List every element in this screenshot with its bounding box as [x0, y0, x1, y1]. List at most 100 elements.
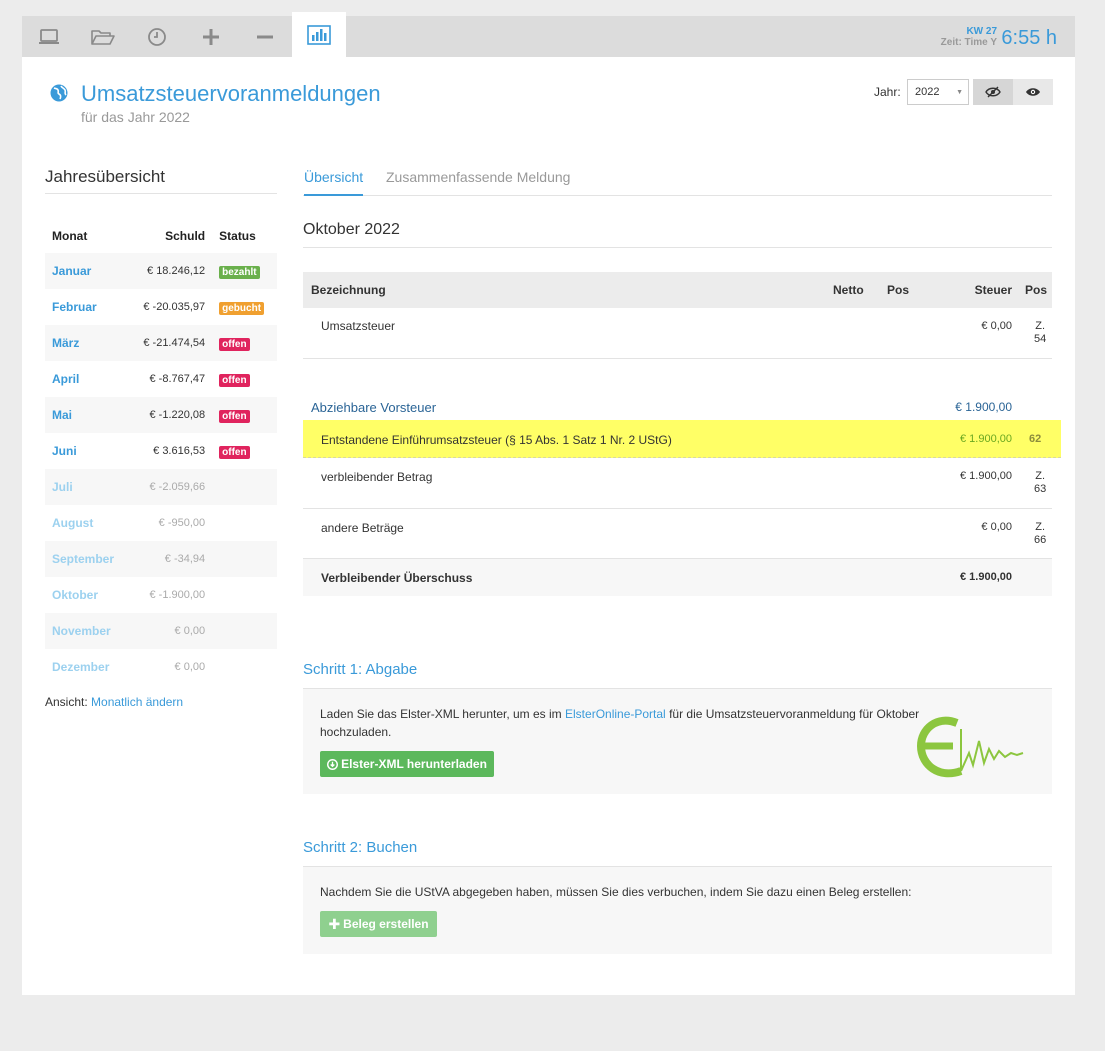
tax-table: Bezeichnung Netto Pos Steuer Pos Umsatzs…: [303, 272, 1061, 596]
divider: [303, 247, 1052, 248]
step2-box: Nachdem Sie die UStVA abgegeben haben, m…: [303, 866, 1052, 954]
month-status: offen: [212, 433, 277, 469]
status-badge: bezahlt: [219, 265, 260, 279]
table-row-other: andere Beträge € 0,00 Z. 66: [303, 509, 1052, 559]
divider: [45, 193, 277, 194]
status-badge: gebucht: [219, 301, 265, 315]
month-name[interactable]: November: [45, 613, 129, 649]
laptop-icon[interactable]: [22, 16, 76, 57]
tab-bar: Übersicht Zusammenfassende Meldung: [303, 169, 1052, 196]
tab-overview[interactable]: Übersicht: [304, 169, 364, 196]
month-name[interactable]: Januar: [45, 253, 129, 289]
minus-icon[interactable]: [238, 16, 292, 57]
month-status: [212, 505, 277, 541]
year-label: Jahr:: [874, 85, 901, 99]
period-title: Oktober 2022: [303, 221, 400, 238]
time-label: Zeit: Time Y: [940, 37, 997, 48]
clock-icon[interactable]: [130, 16, 184, 57]
month-amount: € 3.616,53: [153, 445, 206, 457]
row-pos: Z. 63: [1034, 470, 1047, 495]
elster-portal-link[interactable]: ElsterOnline-Portal: [565, 707, 666, 721]
row-pos: 62: [1029, 433, 1042, 445]
download-xml-button[interactable]: Elster-XML herunterladen: [320, 751, 494, 777]
plus-icon[interactable]: [184, 16, 238, 57]
row-label: Verbleibender Überschuss: [321, 571, 473, 585]
column-header-pos: Pos: [887, 283, 910, 297]
month-name[interactable]: Februar: [45, 289, 129, 325]
month-status: gebucht: [212, 289, 277, 325]
month-name[interactable]: Mai: [45, 397, 129, 433]
caret-down-icon: ▼: [956, 89, 963, 96]
month-row[interactable]: Dezember € 0,00: [45, 649, 277, 685]
main-panel: Umsatzsteuervoranmeldungen für das Jahr …: [22, 57, 1075, 995]
column-header-netto: Netto: [833, 283, 864, 297]
month-amount: € -34,94: [128, 541, 213, 577]
globe-icon: [50, 84, 68, 102]
time-total: 6:55 h: [1001, 27, 1057, 49]
month-status: [212, 577, 277, 613]
month-name[interactable]: September: [45, 541, 129, 577]
hide-button[interactable]: [973, 79, 1013, 105]
month-row[interactable]: Juni € 3.616,53 offen: [45, 433, 277, 469]
month-status: offen: [212, 361, 277, 397]
month-row[interactable]: Februar € -20.035,97 gebucht: [45, 289, 277, 325]
elster-logo: [917, 716, 1024, 778]
table-row-surplus: Verbleibender Überschuss € 1.900,00: [303, 559, 1052, 596]
month-status: [212, 469, 277, 505]
table-row-remaining: verbleibender Betrag € 1.900,00 Z. 63: [303, 458, 1052, 509]
month-amount: € -2.059,66: [128, 469, 213, 505]
eye-slash-icon: [985, 86, 1001, 98]
sidebar-title: Jahresübersicht: [45, 167, 166, 186]
row-tax: € 1.900,00: [960, 470, 1012, 482]
month-name[interactable]: März: [45, 325, 129, 361]
month-amount: € -1.900,00: [149, 589, 206, 601]
month-name[interactable]: Dezember: [45, 649, 129, 685]
folder-open-icon[interactable]: [76, 16, 130, 57]
step1-title: Schritt 1: Abgabe: [303, 661, 418, 678]
month-status: offen: [212, 397, 277, 433]
row-label: verbleibender Betrag: [321, 470, 433, 484]
month-name[interactable]: Oktober: [45, 577, 129, 613]
column-header-status: Status: [219, 229, 256, 243]
month-row[interactable]: April € -8.767,47 offen: [45, 361, 277, 397]
month-name[interactable]: April: [45, 361, 129, 397]
month-row[interactable]: November € 0,00: [45, 613, 277, 649]
download-icon: [327, 758, 339, 770]
month-status: [212, 613, 277, 649]
month-row[interactable]: Oktober € -1.900,00: [45, 577, 277, 613]
row-tax: € 1.900,00: [960, 571, 1012, 583]
month-amount: € -1.220,08: [128, 397, 213, 433]
row-label: Umsatzsteuer: [321, 319, 396, 333]
deductible-title: Abziehbare Vorsteuer: [311, 400, 437, 415]
view-label: Ansicht:: [45, 695, 88, 709]
month-row[interactable]: Januar € 18.246,12 bezahlt: [45, 253, 277, 289]
show-button[interactable]: [1013, 79, 1053, 105]
month-name[interactable]: August: [45, 505, 129, 541]
top-toolbar: KW 27 Zeit: Time Y 6:55 h: [22, 12, 1075, 57]
week-info: KW 27 Zeit: Time Y: [941, 26, 997, 48]
page-title: Umsatzsteuervoranmeldungen: [81, 81, 381, 106]
table-header: Bezeichnung Netto Pos Steuer Pos: [303, 272, 1052, 308]
month-name[interactable]: Juni: [45, 433, 129, 469]
month-row[interactable]: Mai € -1.220,08 offen: [45, 397, 277, 433]
eye-icon: [1026, 88, 1040, 96]
view-change-link[interactable]: Monatlich ändern: [91, 695, 183, 709]
month-row[interactable]: September € -34,94: [45, 541, 277, 577]
view-switch: Ansicht: Monatlich ändern: [45, 695, 183, 709]
month-row[interactable]: März € -21.474,54 offen: [45, 325, 277, 361]
year-value: 2022: [915, 86, 940, 98]
create-receipt-button[interactable]: ✚ Beleg erstellen: [320, 911, 437, 937]
year-select[interactable]: 2022 ▼: [907, 79, 969, 105]
step1-text: Laden Sie das Elster-XML herunter, um es…: [320, 707, 920, 739]
row-label: Entstandene Einführumsatzsteuer (§ 15 Ab…: [321, 433, 672, 447]
row-label: andere Beträge: [321, 521, 404, 535]
month-row[interactable]: Juli € -2.059,66: [45, 469, 277, 505]
status-badge: offen: [219, 337, 250, 351]
month-row[interactable]: August € -950,00: [45, 505, 277, 541]
deductible-input-tax-header: Abziehbare Vorsteuer € 1.900,00: [303, 359, 1052, 420]
tab-summary-report[interactable]: Zusammenfassende Meldung: [386, 169, 570, 196]
month-name[interactable]: Juli: [45, 469, 129, 505]
month-status: bezahlt: [212, 253, 277, 289]
bar-chart-icon[interactable]: [292, 12, 346, 57]
month-amount: € 18.246,12: [128, 253, 213, 289]
